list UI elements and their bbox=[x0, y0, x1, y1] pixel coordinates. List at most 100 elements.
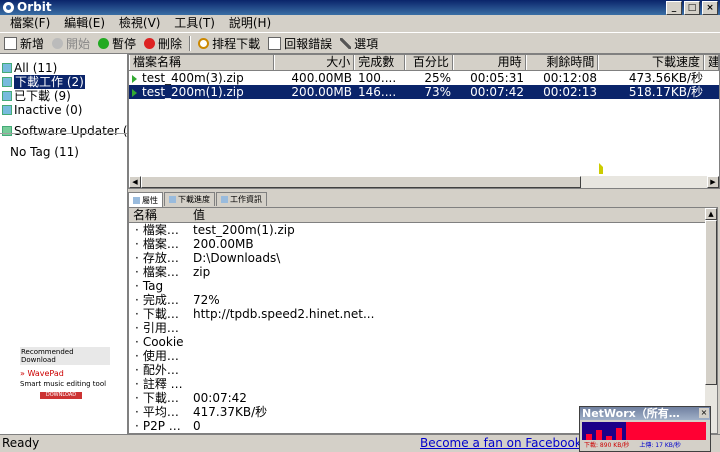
scrollbar-thumb[interactable] bbox=[141, 176, 581, 188]
tab-task-info[interactable]: 工作資訊 bbox=[216, 192, 267, 206]
orbit-logo-icon bbox=[3, 2, 14, 13]
property-row[interactable]: 配外… bbox=[129, 363, 717, 377]
scroll-left-arrow-icon[interactable]: ◀ bbox=[129, 176, 141, 188]
property-row[interactable]: 檔案…test_200m(1).zip bbox=[129, 223, 717, 237]
new-file-icon bbox=[4, 36, 17, 50]
info-icon bbox=[221, 196, 228, 203]
column-header[interactable]: 百分比 bbox=[405, 55, 453, 70]
property-row[interactable]: 使用… bbox=[129, 349, 717, 363]
tools-icon bbox=[340, 37, 352, 49]
column-header[interactable]: 用時 bbox=[452, 55, 526, 70]
ad-header: Recommended Download bbox=[20, 347, 110, 365]
horizontal-scrollbar[interactable]: ◀ ▶ bbox=[129, 176, 719, 188]
clock-icon bbox=[198, 37, 210, 49]
vertical-scrollbar[interactable]: ▲ bbox=[705, 208, 717, 433]
column-header[interactable]: 剩餘時間 bbox=[525, 55, 599, 70]
pause-icon bbox=[98, 37, 110, 49]
graph-bar bbox=[596, 430, 602, 440]
delete-icon bbox=[144, 37, 156, 49]
scroll-right-arrow-icon[interactable]: ▶ bbox=[707, 176, 719, 188]
sidebar: All (11) 下載工作 (2) 已下載 (9) Inactive (0) S… bbox=[0, 54, 140, 434]
properties-panel: 名稱 值 檔案…test_200m(1).zip 檔案…200.00MB 存放…… bbox=[128, 207, 718, 434]
category-icon bbox=[2, 63, 12, 73]
divider bbox=[0, 133, 127, 134]
download-row[interactable]: test_400m(3).zip 400.00MB 100.... 25% 00… bbox=[129, 71, 719, 85]
property-row[interactable]: 檔案…zip bbox=[129, 265, 717, 279]
menu-file[interactable]: 檔案(F) bbox=[10, 16, 50, 30]
close-button[interactable]: × bbox=[702, 1, 718, 15]
property-row[interactable]: 存放…D:\Downloads\ bbox=[129, 251, 717, 265]
window-title: Orbit bbox=[17, 0, 52, 14]
menu-view[interactable]: 檢視(V) bbox=[119, 16, 161, 30]
ad-description: Smart music editing tool bbox=[20, 380, 107, 388]
category-tree: All (11) 下載工作 (2) 已下載 (9) Inactive (0) S… bbox=[0, 61, 140, 138]
sidebar-item-software-updater[interactable]: Software Updater (0) bbox=[2, 124, 140, 138]
column-header[interactable]: 建 bbox=[704, 55, 719, 70]
property-row[interactable]: 引用… bbox=[129, 321, 717, 335]
sidebar-item-inactive[interactable]: Inactive (0) bbox=[0, 103, 127, 117]
property-row[interactable]: 下載…00:07:42 bbox=[129, 391, 717, 405]
graph-bar bbox=[616, 428, 622, 440]
column-header[interactable]: 下載速度 bbox=[598, 55, 705, 70]
detail-tabs: 屬性 下載進度 工作資訊 bbox=[128, 192, 268, 207]
property-row[interactable]: 檔案…200.00MB bbox=[129, 237, 717, 251]
start-button[interactable]: 開始 bbox=[48, 34, 94, 52]
downloading-icon bbox=[132, 88, 137, 97]
options-button[interactable]: 選項 bbox=[336, 34, 382, 52]
downloading-icon bbox=[132, 74, 137, 83]
sidebar-item-downloading[interactable]: 下載工作 (2) bbox=[0, 75, 127, 89]
sidebar-item-downloaded[interactable]: 已下載 (9) bbox=[0, 89, 127, 103]
networx-close-icon[interactable]: × bbox=[699, 408, 709, 418]
menu-bar: 檔案(F) 編輯(E) 檢視(V) 工具(T) 說明(H) bbox=[0, 15, 720, 32]
pause-button[interactable]: 暫停 bbox=[94, 34, 140, 52]
menu-edit[interactable]: 編輯(E) bbox=[64, 16, 105, 30]
mouse-cursor-icon bbox=[599, 163, 603, 174]
toolbar: 新增 開始 暫停 刪除 排程下載 回報錯誤 選項 bbox=[0, 32, 720, 54]
status-text: Ready bbox=[2, 436, 40, 450]
graph-bar bbox=[626, 422, 706, 440]
report-error-button[interactable]: 回報錯誤 bbox=[264, 34, 336, 52]
properties-icon bbox=[133, 196, 140, 204]
menu-help[interactable]: 說明(H) bbox=[229, 16, 271, 30]
maximize-button[interactable]: □ bbox=[684, 1, 700, 15]
column-header[interactable]: 完成數 bbox=[354, 55, 406, 70]
title-bar: Orbit _ □ × bbox=[0, 0, 720, 15]
properties-header: 名稱 值 bbox=[129, 208, 717, 223]
scrollbar-thumb[interactable] bbox=[705, 220, 717, 385]
new-button[interactable]: 新增 bbox=[0, 34, 48, 52]
facebook-link[interactable]: Become a fan on Facebook bbox=[420, 435, 582, 451]
updater-icon bbox=[2, 126, 12, 136]
ad-panel[interactable]: Recommended Download » WavePad Smart mus… bbox=[20, 347, 110, 399]
networx-widget[interactable]: NetWorx（所有… × 下載: 890 KB/秒 上傳: 17 KB/秒 bbox=[579, 406, 711, 452]
traffic-graph bbox=[582, 422, 706, 440]
ad-product-name[interactable]: » WavePad bbox=[20, 369, 110, 378]
menu-tools[interactable]: 工具(T) bbox=[174, 16, 215, 30]
property-row[interactable]: 下載…http://tpdb.speed2.hinet.net... bbox=[129, 307, 717, 321]
start-icon bbox=[52, 37, 64, 49]
property-row[interactable]: 完成…72% bbox=[129, 293, 717, 307]
column-header[interactable]: 檔案名稱 bbox=[129, 55, 275, 70]
ad-download-button[interactable]: DOWNLOAD bbox=[40, 392, 82, 399]
property-row[interactable]: 註釋 … bbox=[129, 377, 717, 391]
category-icon bbox=[2, 105, 12, 115]
sidebar-item-no-tag[interactable]: No Tag (11) bbox=[10, 145, 79, 159]
schedule-button[interactable]: 排程下載 bbox=[194, 34, 264, 52]
sidebar-item-all[interactable]: All (11) bbox=[0, 61, 127, 75]
value-column-header[interactable]: 值 bbox=[189, 208, 205, 222]
tab-properties[interactable]: 屬性 bbox=[128, 192, 163, 207]
minimize-button[interactable]: _ bbox=[666, 1, 682, 15]
networx-readout: 下載: 890 KB/秒 上傳: 17 KB/秒 bbox=[584, 442, 681, 449]
scroll-up-arrow-icon[interactable]: ▲ bbox=[705, 208, 717, 220]
property-row[interactable]: Tag bbox=[129, 279, 717, 293]
toolbar-separator bbox=[189, 35, 192, 51]
column-header[interactable]: 大小 bbox=[274, 55, 355, 70]
progress-icon bbox=[169, 196, 176, 203]
tab-progress[interactable]: 下載進度 bbox=[164, 192, 215, 206]
category-icon bbox=[2, 77, 12, 87]
report-icon bbox=[268, 36, 282, 50]
networx-title: NetWorx（所有… bbox=[580, 407, 710, 420]
property-row[interactable]: Cookie bbox=[129, 335, 717, 349]
name-column-header[interactable]: 名稱 bbox=[129, 208, 189, 222]
download-row-selected[interactable]: test_200m(1).zip 200.00MB 146.... 73% 00… bbox=[129, 85, 719, 99]
delete-button[interactable]: 刪除 bbox=[140, 34, 186, 52]
